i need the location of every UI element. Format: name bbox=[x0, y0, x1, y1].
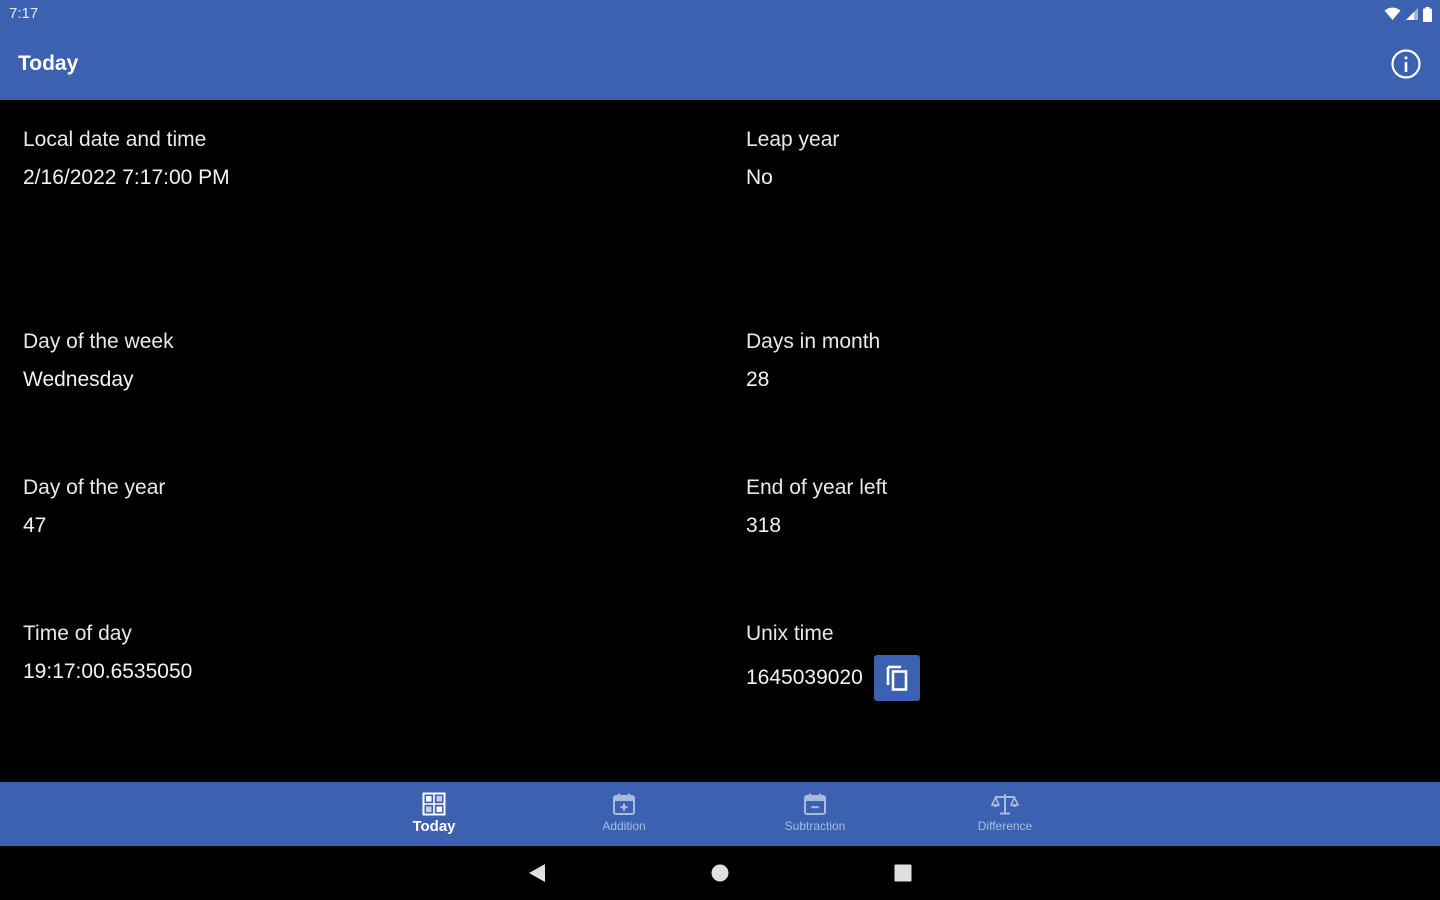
unix-time-value-row: 1645039020 bbox=[746, 655, 920, 701]
days-in-month-value: 28 bbox=[746, 368, 770, 391]
local-datetime-label: Local date and time bbox=[23, 128, 207, 151]
copy-icon bbox=[886, 665, 908, 691]
calendar-add-icon bbox=[613, 793, 635, 815]
day-of-year-value: 47 bbox=[23, 514, 47, 537]
tab-subtraction[interactable]: Subtraction bbox=[755, 790, 875, 842]
days-in-month-label: Days in month bbox=[746, 330, 881, 353]
end-of-year-left-field: End of year left 318 bbox=[746, 476, 887, 538]
day-of-year-field: Day of the year 47 bbox=[23, 476, 165, 538]
back-icon[interactable] bbox=[528, 863, 546, 883]
signal-icon bbox=[1406, 8, 1418, 20]
info-button[interactable] bbox=[1390, 48, 1422, 80]
screen: 7:17 Today Local date and time 2/16/2022… bbox=[0, 0, 1440, 900]
tab-subtraction-label: Subtraction bbox=[784, 819, 846, 833]
today-grid-icon bbox=[422, 792, 446, 816]
time-of-day-label: Time of day bbox=[23, 622, 132, 645]
app-bar: Today bbox=[0, 28, 1440, 100]
tab-addition[interactable]: Addition bbox=[564, 790, 684, 842]
info-icon bbox=[1391, 49, 1421, 79]
tab-addition-label: Addition bbox=[602, 819, 646, 833]
tab-today[interactable]: Today bbox=[374, 790, 494, 842]
leap-year-value: No bbox=[746, 166, 773, 189]
status-time: 7:17 bbox=[9, 5, 39, 22]
system-nav-bar bbox=[0, 846, 1440, 900]
local-datetime-field: Local date and time 2/16/2022 7:17:00 PM bbox=[23, 128, 230, 190]
leap-year-field: Leap year No bbox=[746, 128, 839, 190]
tab-today-label: Today bbox=[412, 818, 456, 835]
content-area: Local date and time 2/16/2022 7:17:00 PM… bbox=[0, 100, 1440, 782]
bottom-nav: Today Addition Subtraction Difference bbox=[0, 782, 1440, 846]
day-of-year-label: Day of the year bbox=[23, 476, 166, 499]
home-icon[interactable] bbox=[711, 863, 729, 883]
calendar-subtract-icon bbox=[804, 793, 826, 815]
day-of-week-value: Wednesday bbox=[23, 368, 134, 391]
copy-unix-time-button[interactable] bbox=[873, 655, 920, 701]
tab-difference[interactable]: Difference bbox=[945, 790, 1065, 842]
day-of-week-label: Day of the week bbox=[23, 330, 174, 353]
days-in-month-field: Days in month 28 bbox=[746, 330, 880, 392]
page-title: Today bbox=[18, 52, 79, 75]
time-of-day-value: 19:17:00.6535050 bbox=[23, 660, 193, 683]
unix-time-field: Unix time 1645039020 bbox=[746, 622, 920, 701]
end-of-year-left-value: 318 bbox=[746, 514, 782, 537]
time-of-day-field: Time of day 19:17:00.6535050 bbox=[23, 622, 192, 684]
scale-icon bbox=[991, 794, 1019, 815]
status-icons bbox=[1384, 6, 1432, 22]
recents-icon[interactable] bbox=[894, 863, 912, 883]
local-datetime-value: 2/16/2022 7:17:00 PM bbox=[23, 166, 230, 189]
leap-year-label: Leap year bbox=[746, 128, 840, 151]
status-bar: 7:17 bbox=[0, 0, 1440, 28]
end-of-year-left-label: End of year left bbox=[746, 476, 888, 499]
unix-time-value: 1645039020 bbox=[746, 666, 863, 689]
wifi-icon bbox=[1384, 7, 1401, 20]
tab-difference-label: Difference bbox=[977, 819, 1033, 833]
unix-time-label: Unix time bbox=[746, 622, 834, 645]
battery-icon bbox=[1423, 6, 1432, 22]
day-of-week-field: Day of the week Wednesday bbox=[23, 330, 174, 392]
